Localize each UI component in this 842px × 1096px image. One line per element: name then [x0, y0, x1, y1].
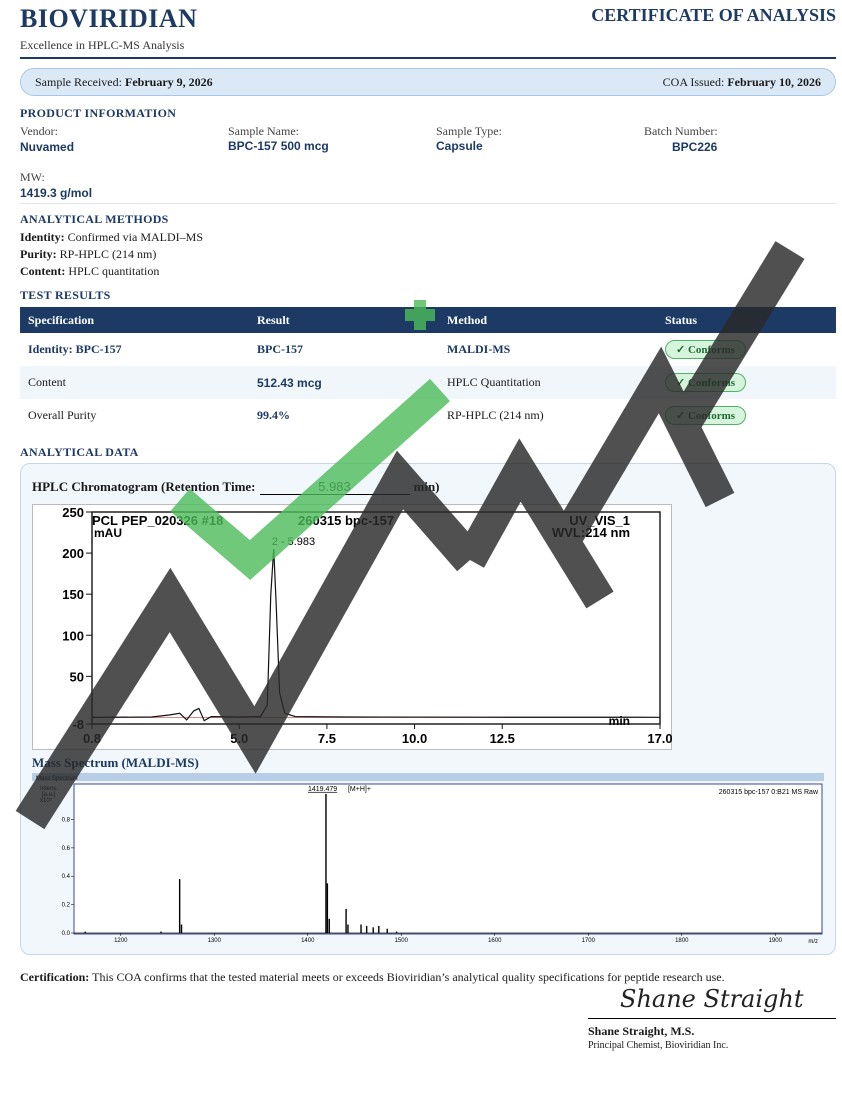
- y-tick-label: 0.0: [62, 931, 71, 937]
- ms-title: Mass Spectrum (MALDI-MS): [32, 755, 199, 770]
- results-header-row: Specification Result Method Status: [20, 307, 836, 333]
- method-cell: RP-HPLC (214 nm): [439, 399, 657, 432]
- y-tick-label: 250: [62, 505, 84, 520]
- product-info-heading: PRODUCT INFORMATION: [20, 106, 177, 120]
- hplc-title: HPLC Chromatogram (Retention Time: 5.983 m…: [32, 479, 440, 495]
- method-content: Content: HPLC quantitation: [20, 264, 160, 278]
- status-cell: ✓ Conforms: [657, 333, 836, 366]
- y-tick-label: 0.6: [62, 846, 71, 852]
- ms-peak-annotation: [M+H]+: [348, 786, 371, 793]
- x-tick-label: 1400: [301, 938, 315, 944]
- ms-titlebar: [32, 773, 824, 781]
- result-cell: 99.4%: [249, 399, 439, 432]
- status-badge: ✓ Conforms: [665, 406, 747, 425]
- section-divider: [20, 203, 836, 204]
- y-tick-label: 50: [70, 669, 84, 684]
- results-heading: TEST RESULTS: [20, 288, 111, 302]
- brand-tagline: Excellence in HPLC-MS Analysis: [20, 38, 185, 52]
- signature-line: [588, 1018, 836, 1019]
- document-title: CERTIFICATE OF ANALYSIS: [591, 5, 836, 25]
- y-tick-label: -8: [72, 717, 84, 732]
- hplc-header-wvl: WVL:214 nm: [552, 525, 630, 540]
- certification-statement: Certification: This COA confirms that th…: [20, 970, 725, 984]
- y-tick-label: 0.8: [62, 817, 71, 823]
- x-tick-label: 1600: [488, 938, 502, 944]
- hplc-chromatogram: PCL PEP_020326 #18 260315 bpc-157 UV_VIS…: [32, 504, 672, 750]
- methods-heading: ANALYTICAL METHODS: [20, 212, 169, 226]
- x-tick-label: 1200: [114, 938, 128, 944]
- x-tick-label: 17.0: [647, 731, 672, 746]
- received-date: Sample Received: February 9, 2026: [35, 75, 213, 89]
- mass-spectrum: Mass Spectrum 260315 bpc-157 0:B21 MS Ra…: [32, 773, 824, 945]
- x-tick-label: 10.0: [402, 731, 427, 746]
- ms-y-label: x10⁵: [40, 797, 53, 804]
- status-cell: ✓ Conforms: [657, 366, 836, 399]
- results-table: Specification Result Method Status Ident…: [20, 307, 836, 432]
- x-tick-label: 1500: [395, 938, 409, 944]
- y-tick-label: 150: [62, 587, 84, 602]
- hplc-plot-area: [91, 511, 661, 725]
- x-tick-label: 1700: [582, 938, 596, 944]
- x-tick-label: 5.0: [230, 731, 248, 746]
- x-tick-label: 1800: [675, 938, 689, 944]
- x-tick-label: 0.8: [83, 731, 101, 746]
- ms-peak-label: 1419.479: [308, 786, 337, 793]
- spec-cell: Identity: BPC-157: [20, 333, 249, 366]
- method-cell: HPLC Quantitation: [439, 366, 657, 399]
- y-tick-label: 0.4: [62, 874, 71, 880]
- status-badge: ✓ Conforms: [665, 373, 747, 392]
- vendor-value: Nuvamed: [20, 140, 75, 154]
- signer-title: Principal Chemist, Bioviridian Inc.: [588, 1040, 729, 1051]
- column-header: Method: [439, 307, 657, 333]
- y-tick-label: 200: [62, 546, 84, 561]
- status-badge: ✓ Conforms: [665, 340, 747, 359]
- ms-x-unit: m/z: [808, 939, 818, 945]
- result-cell: 512.43 mcg: [249, 366, 439, 399]
- hplc-peak-label: 2 - 5.983: [272, 536, 315, 548]
- method-identity: Identity: Confirmed via MALDI–MS: [20, 230, 203, 244]
- table-row: Identity: BPC-157 BPC-157 MALDI-MS ✓ Con…: [20, 333, 836, 366]
- sample-name-value: BPC-157 500 mcg: [228, 139, 329, 153]
- analytical-heading: ANALYTICAL DATA: [20, 445, 139, 459]
- status-cell: ✓ Conforms: [657, 399, 836, 432]
- mw-value: 1419.3 g/mol: [20, 186, 93, 200]
- table-row: Overall Purity 99.4% RP-HPLC (214 nm) ✓ …: [20, 399, 836, 432]
- ms-header-tag: Mass Spectrum: [36, 776, 78, 782]
- spec-cell: Content: [20, 366, 249, 399]
- column-header: Status: [657, 307, 836, 333]
- y-tick-label: 100: [62, 628, 84, 643]
- sample-type-value: Capsule: [436, 139, 483, 153]
- x-tick-label: 1300: [208, 938, 222, 944]
- table-row: Content 512.43 mcg HPLC Quantitation ✓ C…: [20, 366, 836, 399]
- issued-date: COA Issued: February 10, 2026: [662, 75, 821, 89]
- vendor-label: Vendor:: [20, 124, 58, 138]
- x-tick-label: 7.5: [318, 731, 336, 746]
- sample-type-label: Sample Type:: [436, 124, 502, 138]
- x-tick-label: 1900: [769, 938, 783, 944]
- hplc-y-unit: mAU: [94, 526, 122, 540]
- signature-script: Shane Straight: [620, 985, 804, 1013]
- hplc-header-mid: 260315 bpc-157: [298, 513, 394, 528]
- batch-value: BPC226: [672, 140, 718, 154]
- retention-time-field: 5.983: [259, 479, 410, 495]
- ms-plot-area: [73, 783, 823, 935]
- mw-label: MW:: [20, 170, 45, 184]
- date-bar: Sample Received: February 9, 2026 COA Is…: [20, 68, 836, 96]
- method-cell: MALDI-MS: [439, 333, 657, 366]
- y-tick-label: 0.2: [62, 903, 71, 909]
- column-header: Result: [249, 307, 439, 333]
- sample-name-label: Sample Name:: [228, 124, 299, 138]
- method-purity: Purity: RP-HPLC (214 nm): [20, 247, 157, 261]
- header-rule: [20, 57, 836, 59]
- brand-logo-text: BIOVIRIDIAN: [20, 4, 198, 33]
- spec-cell: Overall Purity: [20, 399, 249, 432]
- signer-name: Shane Straight, M.S.: [588, 1024, 695, 1038]
- x-tick-label: 12.5: [490, 731, 515, 746]
- batch-label: Batch Number:: [644, 124, 718, 138]
- column-header: Specification: [20, 307, 249, 333]
- result-cell: BPC-157: [249, 333, 439, 366]
- hplc-x-unit: min: [609, 714, 630, 728]
- ms-header-right: 260315 bpc-157 0:B21 MS Raw: [719, 789, 819, 796]
